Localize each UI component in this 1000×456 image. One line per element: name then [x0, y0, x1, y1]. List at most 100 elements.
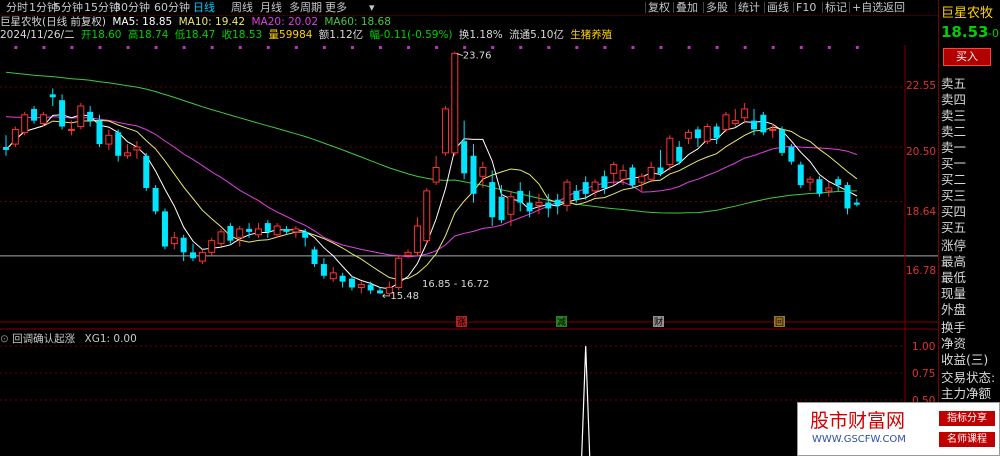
signal-dot — [98, 46, 102, 49]
signal-dot — [771, 46, 775, 49]
signal-dot — [855, 46, 859, 49]
signal-dot — [42, 46, 46, 49]
signal-dot — [14, 46, 18, 49]
gear-icon[interactable]: ⊙ — [0, 333, 9, 345]
candle-body — [563, 181, 571, 207]
stock-name: 巨星农牧 — [941, 6, 994, 21]
candle-body — [292, 228, 300, 233]
candle-body — [21, 114, 29, 133]
indicator-value: XG1: 0.00 — [84, 333, 137, 345]
signal-dot — [687, 46, 691, 49]
signal-dot — [659, 46, 663, 49]
event-marker-label: 财 — [654, 316, 663, 328]
candle-body — [67, 128, 75, 131]
candle-body — [451, 52, 459, 154]
candle-body — [320, 264, 327, 276]
candle-body — [115, 132, 122, 156]
signal-dot — [743, 46, 747, 49]
signal-dot — [350, 46, 354, 49]
candle-body — [329, 272, 337, 280]
signal-dot — [547, 46, 551, 49]
candle-body — [441, 108, 449, 154]
candle-body — [170, 237, 178, 245]
price-axis-label: 22.55 — [906, 80, 937, 92]
candle-body — [769, 128, 777, 131]
watermark-url: WWW.GSCFW.COM — [812, 434, 906, 445]
candle-body — [283, 228, 290, 232]
buy-button[interactable]: 买入 — [943, 48, 991, 66]
candle-body — [348, 278, 355, 288]
indicator-axis-label: 0.75 — [912, 368, 936, 380]
signal-dot — [322, 46, 326, 49]
candle-body — [545, 202, 552, 209]
signal-dot — [238, 46, 242, 49]
candle-body — [797, 164, 804, 186]
candle-body — [124, 152, 132, 157]
candle-body — [246, 228, 253, 232]
event-marker-label: 回 — [775, 317, 784, 328]
candle-body — [423, 190, 431, 242]
candle-body — [161, 211, 168, 247]
signal-dot — [182, 46, 186, 49]
signal-dot — [210, 46, 214, 49]
candle-body — [741, 108, 749, 119]
indicator-title-bar: ⊙ 回调确认起涨 XG1: 0.00 — [0, 331, 137, 346]
event-marker-label: 减 — [557, 316, 566, 328]
watermark-logo: 股市财富网 WWW.GSCFW.COM 指标分享 名师课程 — [797, 402, 1000, 456]
watermark-tag: 指标分享 — [939, 411, 995, 426]
candle-body — [788, 147, 795, 162]
candle-body — [254, 228, 262, 236]
candle-body — [413, 225, 421, 253]
candle-body — [722, 114, 730, 130]
signal-dot — [379, 46, 382, 49]
candle-body — [573, 190, 580, 200]
candle-body — [39, 114, 47, 125]
quote-row-label: 收益(三) — [941, 352, 989, 367]
indicator-spike — [581, 345, 591, 456]
signal-dot — [575, 46, 579, 49]
high-annotation: 23.76 — [463, 51, 492, 62]
candle-body — [517, 190, 524, 203]
price-axis-label: 20.50 — [906, 146, 937, 158]
candle-body — [236, 228, 244, 239]
candle-body — [835, 179, 842, 186]
current-change: -0 — [988, 27, 999, 40]
candle-body — [96, 120, 103, 145]
kline-chart[interactable]: 23.76 ←15.4816.85 - 16.72 涨 减 财 回 — [0, 0, 938, 456]
candle-body — [489, 182, 496, 218]
low-annotation: ←15.48 — [382, 291, 419, 302]
quote-row-label: 外盘 — [941, 302, 967, 317]
candle-body — [657, 167, 664, 174]
candle-body — [825, 187, 833, 192]
candle-body — [3, 147, 9, 150]
candle-body — [647, 166, 655, 180]
candle-body — [526, 202, 533, 212]
candle-body — [395, 257, 403, 288]
candle-body — [779, 129, 786, 153]
candle-body — [582, 182, 589, 194]
candle-body — [703, 126, 711, 142]
ma20-line — [5, 116, 858, 258]
candle-body — [198, 251, 206, 262]
candle-body — [367, 284, 374, 291]
candle-body — [264, 223, 271, 232]
candle-body — [11, 128, 19, 145]
candle-body — [554, 199, 561, 206]
candle-body — [806, 178, 814, 183]
candle-body — [629, 167, 636, 186]
candle-body — [760, 114, 767, 133]
signal-dot — [70, 46, 74, 49]
candle-body — [404, 251, 412, 256]
candle-body — [180, 237, 187, 253]
candle-body — [217, 231, 225, 245]
candle-body — [507, 196, 515, 215]
candle-body — [638, 175, 646, 183]
candle-body — [49, 94, 56, 98]
indicator-axis-label: 1.00 — [912, 341, 936, 353]
price-axis-label: 16.78 — [906, 265, 937, 277]
candle-body — [105, 134, 113, 145]
candle-body — [666, 137, 674, 166]
candle-body — [685, 131, 693, 139]
candle-body — [59, 100, 66, 127]
candle-body — [751, 120, 757, 130]
